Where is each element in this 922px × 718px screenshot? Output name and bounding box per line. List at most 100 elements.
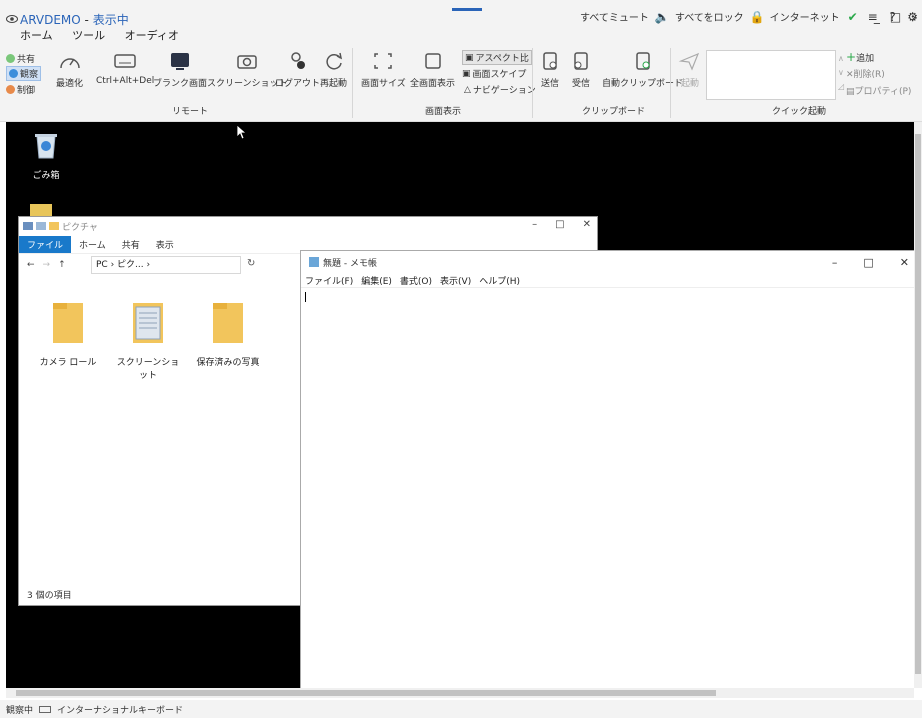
menu-format[interactable]: 書式(O) [400, 274, 432, 287]
quick-list-scroll[interactable]: ∧ ∨ ◿ [838, 52, 844, 94]
optimize-button[interactable]: 最適化 [56, 50, 83, 89]
notepad-title: 無題 - メモ帳 [323, 258, 377, 269]
logout-button[interactable]: ログアウト [275, 50, 320, 89]
launch-button[interactable]: 起動 [678, 50, 702, 89]
clipboard-send-icon [543, 52, 557, 70]
explorer-tab-view[interactable]: 表示 [148, 236, 182, 253]
navigation-toggle[interactable]: △ ナビゲーション [464, 83, 536, 97]
title-bar: ARVDEMO - 表示中 ホーム ツール オーディオ すべてミュート 🔈 すべ… [0, 0, 922, 45]
up-arrow-icon[interactable]: ↑ [58, 260, 66, 270]
explorer-title-bar: ピクチャ – □ ✕ [19, 217, 597, 235]
screen-size-button[interactable]: 画面サイズ [361, 50, 406, 89]
menu-help[interactable]: ヘルプ(H) [479, 274, 520, 287]
screen-scale-toggle[interactable]: ▣ 画面スケイプ [462, 67, 526, 81]
fullscreen-icon [424, 53, 441, 69]
mute-all-button[interactable]: すべてミュート [580, 9, 649, 24]
aspect-icon: ▣ [465, 52, 474, 63]
notepad-minimize-button[interactable]: – [832, 256, 838, 269]
folder-saved-pictures[interactable]: 保存済みの写真 [193, 301, 263, 368]
refresh-icon[interactable]: ↻ [247, 258, 255, 269]
explorer-tab-share[interactable]: 共有 [114, 236, 148, 253]
menu-edit[interactable]: 編集(E) [361, 274, 392, 287]
explorer-address-bar[interactable]: PC › ピク... › [91, 256, 241, 274]
user-logout-icon [290, 52, 305, 69]
lock-icon[interactable]: 🔒 [750, 10, 765, 24]
status-keyboard[interactable]: インターナショナルキーボード [57, 703, 183, 716]
monitor-icon [171, 53, 189, 70]
forward-arrow-icon[interactable]: → [43, 260, 51, 270]
control-mode-button[interactable]: 制御 [6, 83, 35, 96]
tab-home[interactable]: ホーム [20, 27, 53, 45]
vertical-scroll-thumb[interactable] [915, 134, 921, 674]
view-mode-button[interactable]: 観察 [6, 66, 42, 81]
restart-button[interactable]: 再起動 [320, 50, 347, 89]
folder-icon [51, 301, 85, 345]
back-arrow-icon[interactable]: ← [27, 260, 35, 270]
maximize-button[interactable]: □ [890, 10, 901, 24]
close-button[interactable]: › [911, 10, 916, 24]
properties-icon: ▤ [846, 87, 855, 97]
navigation-icon: △ [464, 84, 471, 95]
tab-tools[interactable]: ツール [72, 27, 105, 43]
folder-icon [211, 301, 245, 345]
recycle-bin-shortcut[interactable]: ごみ箱 [26, 130, 66, 181]
quick-access-icon [23, 222, 33, 230]
folder-screenshots[interactable]: スクリーンショット [113, 301, 183, 381]
refresh-icon [325, 52, 342, 70]
explorer-close-button[interactable]: ✕ [583, 219, 591, 230]
text-caret [305, 292, 306, 302]
notepad-text-area[interactable] [301, 287, 914, 688]
properties-icon [36, 222, 46, 230]
horizontal-scrollbar[interactable] [6, 688, 914, 698]
aspect-ratio-toggle[interactable]: ▣ アスペクト比 [462, 50, 532, 65]
menu-view[interactable]: 表示(V) [440, 274, 471, 287]
properties-quick-button[interactable]: ▤プロパティ(P) [846, 84, 911, 97]
delete-quick-button[interactable]: ✕削除(R) [846, 67, 885, 80]
screen-size-icon [374, 53, 393, 69]
notepad-maximize-button[interactable]: □ [863, 256, 873, 269]
receive-clipboard-button[interactable]: 受信 [569, 50, 593, 89]
minimize-button[interactable]: _ [874, 10, 880, 24]
recycle-bin-icon [35, 134, 57, 159]
vertical-scrollbar[interactable] [914, 122, 922, 688]
internet-status[interactable]: インターネット [770, 9, 840, 24]
mouse-cursor-icon [236, 124, 248, 140]
add-quick-button[interactable]: +追加 [846, 50, 874, 64]
ribbon-tabs: ホーム ツール オーディオ [20, 27, 195, 45]
clipboard-receive-icon [574, 52, 588, 70]
send-clipboard-button[interactable]: 送信 [538, 50, 562, 89]
top-right-controls: すべてミュート 🔈 すべてをロック 🔒 インターネット ✔ ≡ ? ⚙ [580, 9, 920, 25]
folder-camera-roll[interactable]: カメラ ロール [33, 301, 103, 368]
notepad-close-button[interactable]: ✕ [900, 256, 909, 269]
speaker-icon[interactable]: 🔈 [655, 10, 670, 24]
notepad-icon [309, 257, 319, 267]
lock-all-button[interactable]: すべてをロック [675, 9, 744, 24]
clipboard-auto-icon [635, 52, 650, 70]
title-accent-bar [452, 8, 482, 11]
arvdemo-window: ARVDEMO - 表示中 ホーム ツール オーディオ すべてミュート 🔈 すべ… [0, 0, 922, 718]
explorer-minimize-button[interactable]: – [532, 219, 537, 230]
tab-audio[interactable]: オーディオ [125, 27, 179, 43]
fullscreen-button[interactable]: 全画面表示 [410, 50, 455, 89]
window-controls: _ □ › [874, 10, 916, 24]
group-divider [352, 48, 353, 118]
quick-launch-list[interactable] [706, 50, 836, 100]
recycle-bin-label: ごみ箱 [32, 171, 60, 181]
status-bar: 観察中 インターナショナルキーボード [0, 700, 922, 718]
group-divider [670, 48, 671, 118]
blank-screen-button[interactable]: ブランク画面 [153, 50, 207, 89]
explorer-tab-file[interactable]: ファイル [19, 235, 72, 253]
app-state: 表示中 [92, 13, 129, 27]
explorer-tab-home[interactable]: ホーム [71, 236, 114, 253]
menu-file[interactable]: ファイル(F) [305, 274, 353, 287]
explorer-maximize-button[interactable]: □ [555, 219, 564, 230]
gauge-icon [59, 58, 80, 69]
keyboard-icon [39, 705, 52, 713]
display-group-label: 画面表示 [425, 107, 462, 117]
horizontal-scroll-thumb[interactable] [16, 690, 716, 696]
eye-icon [6, 15, 18, 23]
ctrl-alt-del-button[interactable]: Ctrl+Alt+Del [96, 50, 154, 86]
remote-desktop-view[interactable]: ごみ箱 ピクチャ – □ ✕ ファイル ホーム 共有 表示 ← → ↑ PC ›… [6, 122, 914, 688]
remote-group-label: リモート [172, 107, 209, 117]
share-mode-button[interactable]: 共有 [6, 52, 35, 65]
